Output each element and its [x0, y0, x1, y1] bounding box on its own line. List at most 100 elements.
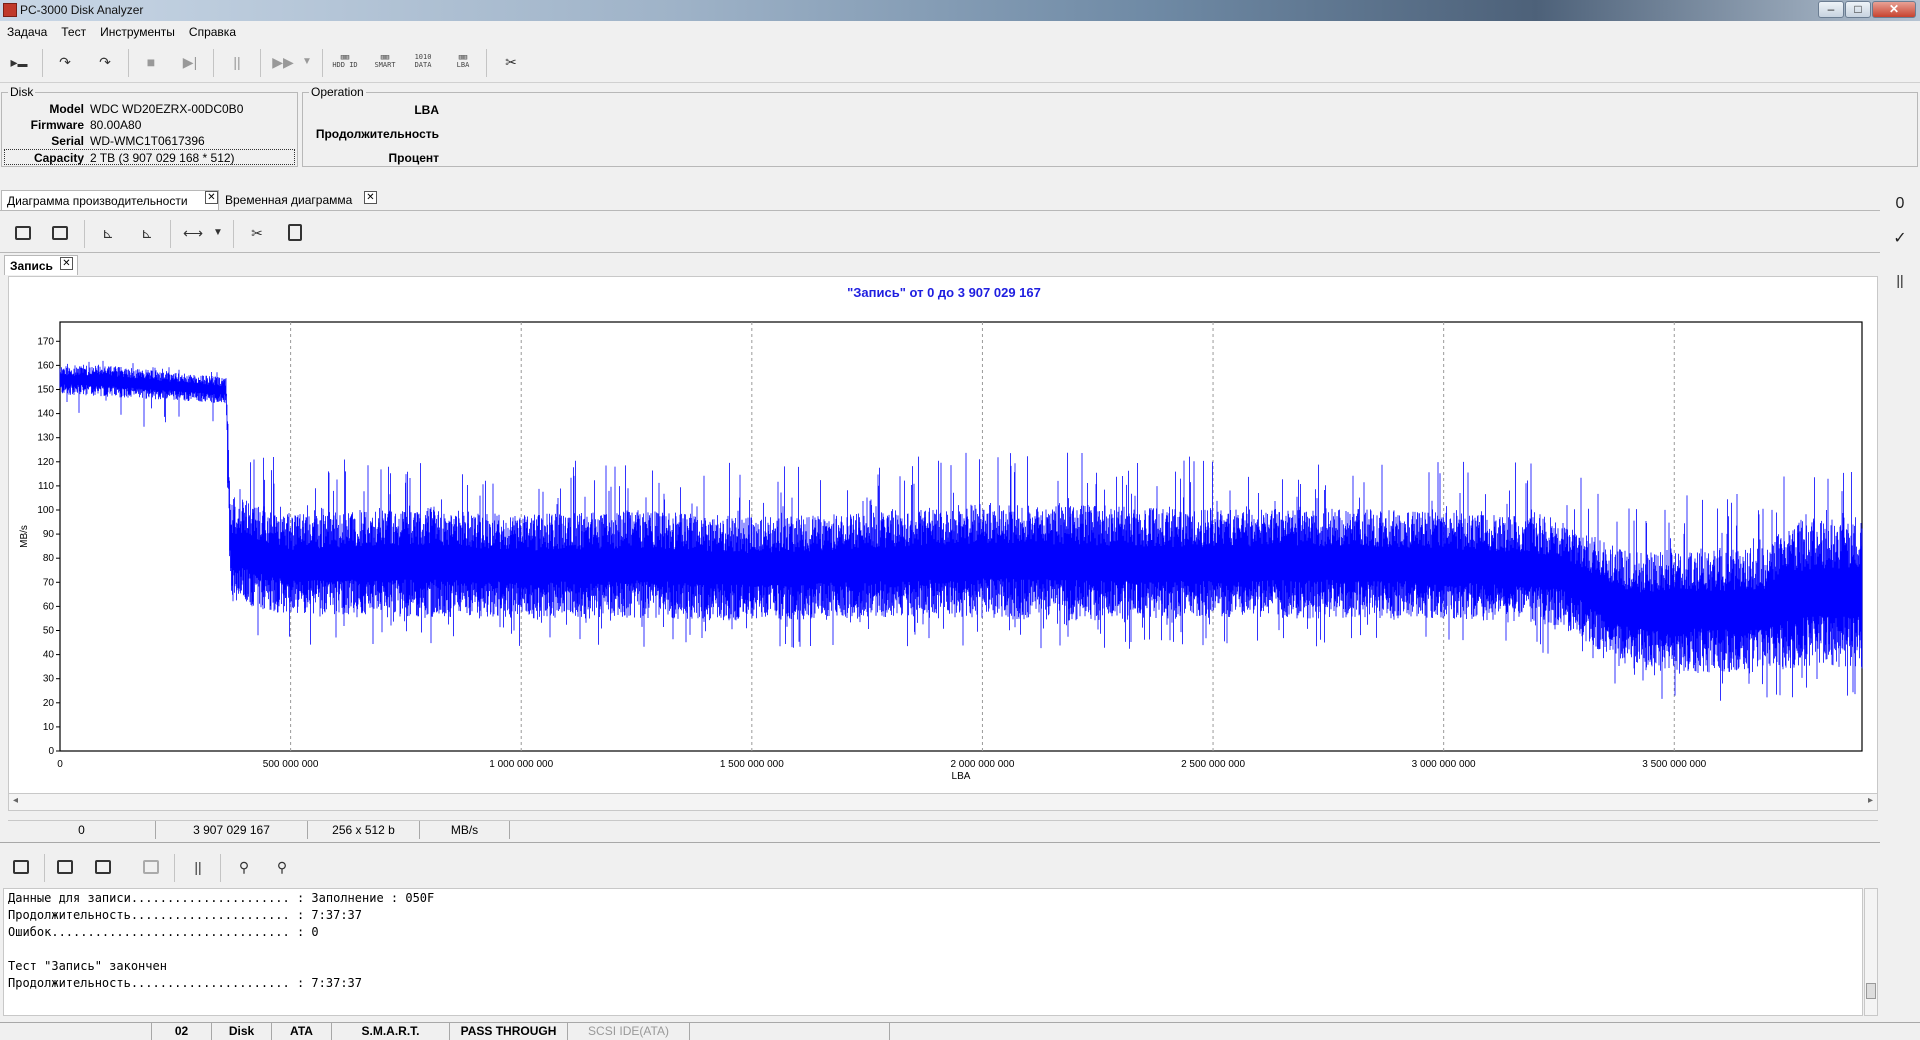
bytes-icon[interactable]: 0	[1886, 195, 1914, 223]
scroll-left-icon[interactable]: ◂	[13, 795, 18, 806]
range-start-value: 0	[8, 821, 156, 839]
log-line: Тест "Запись" закончен	[8, 959, 167, 973]
log-line: Данные для записи...................... …	[8, 891, 435, 905]
pause-side-icon[interactable]: ||	[1886, 272, 1914, 300]
x-tick-label: 2 000 000 000	[950, 759, 1014, 770]
model-label: Model	[49, 102, 84, 116]
y-tick-label: 50	[43, 625, 55, 636]
x-tick-label: 0	[57, 759, 63, 770]
step-in-icon[interactable]: ↷	[50, 47, 80, 79]
y-tick-label: 160	[37, 360, 54, 371]
chart-axis-scale-icon[interactable]: ⊾	[132, 218, 162, 250]
data-icon[interactable]: 1010 DATA	[408, 47, 438, 79]
status-smart[interactable]: S.M.A.R.T.	[332, 1023, 450, 1040]
y-tick-label: 20	[43, 698, 55, 709]
menu-task[interactable]: Задача	[0, 21, 54, 39]
run-icon[interactable]: ▸▬	[4, 47, 34, 79]
menu-test[interactable]: Тест	[54, 21, 93, 39]
maximize-button[interactable]: □	[1845, 1, 1871, 18]
status-ata[interactable]: ATA	[272, 1023, 332, 1040]
report-icon[interactable]	[280, 218, 310, 250]
dropdown-icon[interactable]: ▼	[298, 47, 316, 79]
y-tick-label: 70	[43, 577, 55, 588]
stop-icon[interactable]: ■	[136, 47, 166, 79]
y-tick-label: 100	[37, 505, 54, 516]
log-line: Продолжительность...................... …	[8, 908, 363, 922]
y-tick-label: 0	[48, 746, 54, 757]
range-end-value: 3 907 029 167	[156, 821, 308, 839]
log-settings-icon[interactable]	[6, 852, 36, 884]
chart-horizontal-scrollbar[interactable]: ◂ ▸	[8, 793, 1878, 811]
find-icon[interactable]: ⚲	[229, 852, 259, 884]
step-out-icon[interactable]: ↷	[90, 47, 120, 79]
tab-performance-label: Диаграмма производительности	[7, 194, 188, 208]
serial-value: WD-WMC1T0617396	[90, 134, 205, 148]
y-tick-label: 30	[43, 674, 55, 685]
performance-chart[interactable]: 0 500 000 000 1 000 000 000 1 500 000 000 2 …	[9, 277, 1879, 797]
log-pause-icon[interactable]: ||	[183, 852, 213, 884]
operation-group: Operation LBA Продолжительность Процент	[302, 85, 1918, 167]
menu-bar: Задача Тест Инструменты Справка	[0, 21, 1920, 42]
hdd-id-icon[interactable]: ▥▥ HDD ID	[330, 47, 360, 79]
close-button[interactable]: ✕	[1872, 1, 1916, 18]
y-axis-label: MB/s	[19, 525, 30, 548]
app-icon	[3, 3, 17, 17]
status-port: 02	[152, 1023, 212, 1040]
chart-toolbar: ⊾ ⊾ ⟷ ▼ ✂	[0, 214, 330, 248]
y-tick-label: 90	[43, 529, 55, 540]
skip-icon[interactable]: ▶|	[175, 47, 205, 79]
tab-performance-diagram[interactable]: Диаграмма производительности	[1, 190, 219, 210]
unit-value: MB/s	[420, 821, 510, 839]
capacity-row[interactable]: Capacity 2 TB (3 907 029 168 * 512)	[4, 149, 295, 165]
lba-icon[interactable]: ▥▥ LBA	[448, 47, 478, 79]
chart-status-row: 0 3 907 029 167 256 x 512 b MB/s	[8, 820, 1878, 839]
log-output[interactable]: Данные для записи...................... …	[3, 888, 1863, 1016]
menu-help[interactable]: Справка	[182, 21, 243, 39]
log-save-as-icon[interactable]	[88, 852, 118, 884]
y-tick-label: 120	[37, 457, 54, 468]
log-scroll-thumb[interactable]	[1866, 983, 1876, 999]
close-tab-icon[interactable]: ✕	[205, 191, 218, 204]
tab-timeline-diagram[interactable]: Временная диаграмма	[220, 190, 380, 210]
find-next-icon[interactable]: ⚲	[267, 852, 297, 884]
tab-timeline-label: Временная диаграмма	[225, 193, 353, 207]
write-check-icon[interactable]: ✓	[1886, 228, 1914, 256]
y-tick-label: 150	[37, 384, 54, 395]
serial-label: Serial	[51, 134, 84, 148]
block-size-value: 256 x 512 b	[308, 821, 420, 839]
y-tick-label: 170	[37, 336, 54, 347]
percent-label: Процент	[388, 151, 439, 165]
status-bar: 02 Disk ATA S.M.A.R.T. PASS THROUGH SCSI…	[0, 1022, 1920, 1040]
fast-forward-icon[interactable]: ▶▶	[268, 47, 298, 79]
scroll-right-icon[interactable]: ▸	[1868, 795, 1873, 806]
chart-save-as-icon[interactable]	[45, 218, 75, 250]
capacity-value: 2 TB (3 907 029 168 * 512)	[90, 151, 235, 165]
smart-icon[interactable]: ▥▥ SMART	[370, 47, 400, 79]
x-tick-label: 3 000 000 000	[1412, 759, 1476, 770]
tools-icon[interactable]: ✂	[496, 47, 526, 79]
model-value: WDC WD20EZRX-00DC0B0	[90, 102, 244, 116]
range-dropdown-icon[interactable]: ▼	[210, 218, 226, 250]
lba-label: LBA	[414, 103, 439, 117]
window-title: PC-3000 Disk Analyzer	[20, 3, 144, 17]
y-tick-label: 80	[43, 553, 55, 564]
log-vertical-scrollbar[interactable]	[1864, 888, 1878, 1016]
menu-tools[interactable]: Инструменты	[93, 21, 182, 39]
pause-icon[interactable]: ||	[222, 47, 252, 79]
subtab-write-label: Запись	[10, 259, 53, 273]
chart-axis-icon[interactable]: ⊾	[93, 218, 123, 250]
close-tab-icon[interactable]: ✕	[364, 191, 377, 204]
log-copy-icon[interactable]	[136, 852, 166, 884]
log-line: Продолжительность...................... …	[8, 976, 363, 990]
log-save-icon[interactable]	[50, 852, 80, 884]
chart-save-icon[interactable]	[8, 218, 38, 250]
status-pass-through[interactable]: PASS THROUGH	[450, 1023, 568, 1040]
close-subtab-icon[interactable]: ✕	[60, 257, 73, 270]
minimize-button[interactable]: –	[1818, 1, 1844, 18]
x-tick-label: 500 000 000	[263, 759, 319, 770]
range-icon[interactable]: ⟷	[178, 218, 208, 250]
status-disk[interactable]: Disk	[212, 1023, 272, 1040]
x-tick-label: 2 500 000 000	[1181, 759, 1245, 770]
chart-settings-icon[interactable]: ✂	[242, 218, 272, 250]
log-line: Ошибок................................. …	[8, 925, 319, 939]
